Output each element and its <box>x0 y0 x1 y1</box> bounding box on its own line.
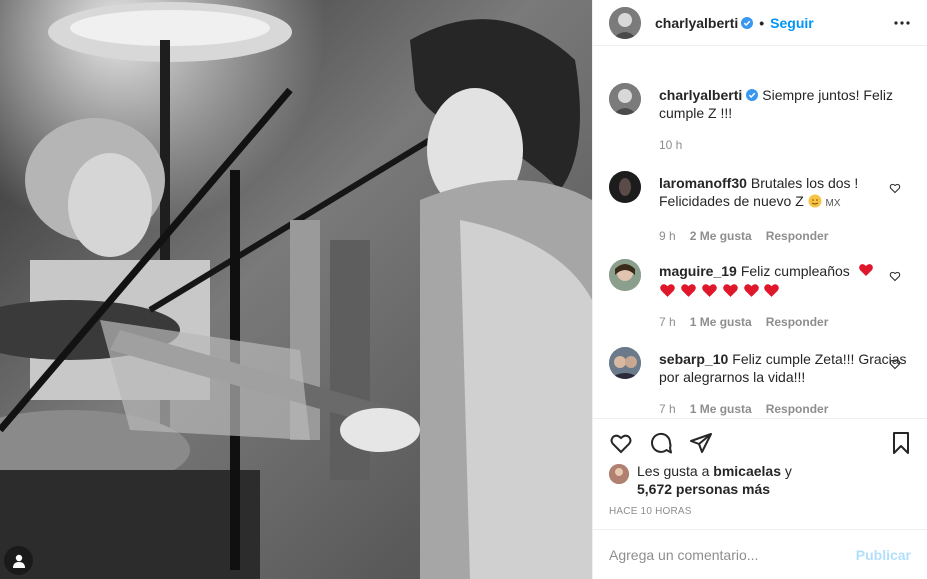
bookmark-icon[interactable] <box>889 431 913 455</box>
comment-time[interactable]: 9 h <box>659 227 676 245</box>
heart-icon[interactable] <box>609 431 633 455</box>
post-panel: charlyalberti • Seguir charlyalberti Siem… <box>592 0 927 579</box>
author-avatar[interactable] <box>609 6 641 39</box>
user-tag-icon[interactable] <box>4 546 33 575</box>
likes-prefix: Les gusta a <box>637 463 710 479</box>
commenter-avatar[interactable] <box>609 347 641 379</box>
concert-photo <box>0 0 592 579</box>
author-username[interactable]: charlyalberti <box>655 15 738 31</box>
more-icon[interactable] <box>893 14 911 32</box>
comment-likes[interactable]: 1 Me gusta <box>690 313 752 331</box>
post-header: charlyalberti • Seguir <box>593 0 927 46</box>
red-heart-emoji-icon <box>681 284 696 297</box>
reply-button[interactable]: Responder <box>766 313 829 331</box>
comment-like-heart-icon[interactable] <box>889 270 901 282</box>
red-heart-emoji-icon <box>743 284 759 297</box>
comment-time[interactable]: 7 h <box>659 313 676 331</box>
comment-like-heart-icon[interactable] <box>889 182 901 194</box>
reply-button[interactable]: Responder <box>766 227 829 245</box>
separator-dot: • <box>759 14 765 31</box>
caption-username[interactable]: charlyalberti <box>659 87 742 103</box>
share-icon[interactable] <box>689 431 713 455</box>
verified-icon <box>746 89 759 101</box>
caption-time[interactable]: 10 h <box>659 136 682 154</box>
red-heart-emoji-icon <box>764 284 780 297</box>
comment-username[interactable]: laromanoff30 <box>659 175 747 191</box>
comment-input[interactable] <box>609 546 856 563</box>
comment-likes[interactable]: 1 Me gusta <box>690 400 752 418</box>
commenter-avatar[interactable] <box>609 171 641 203</box>
liker-username[interactable]: bmicaelas <box>713 463 781 479</box>
likes-count[interactable]: 5,672 personas más <box>609 480 911 498</box>
comment-item: laromanoff30 Brutales los dos ! Felicidad… <box>609 171 911 245</box>
caption: charlyalberti Siempre juntos! Feliz cumpl… <box>609 83 911 154</box>
comment-like-heart-icon[interactable] <box>889 358 901 370</box>
red-heart-emoji-icon <box>701 284 717 297</box>
comment-item: maguire_19 Feliz cumpleaños 7 h 1 Me gust… <box>609 259 911 331</box>
liker-avatar[interactable] <box>609 464 629 484</box>
comment-username[interactable]: maguire_19 <box>659 263 737 279</box>
comments-list[interactable]: charlyalberti Siempre juntos! Feliz cumpl… <box>593 63 927 418</box>
heart-emojis-row <box>659 282 911 301</box>
likes-summary: Les gusta a bmicaelas y 5,672 personas m… <box>609 462 911 498</box>
reply-button[interactable]: Responder <box>766 400 829 418</box>
red-heart-emoji-icon <box>722 284 738 297</box>
red-heart-emoji-icon <box>858 264 873 276</box>
follow-button[interactable]: Seguir <box>770 15 814 31</box>
comment-text: Feliz cumpleaños <box>740 263 850 279</box>
add-comment-bar: Publicar <box>593 529 927 579</box>
action-bar <box>593 418 927 466</box>
comment-time[interactable]: 7 h <box>659 400 676 418</box>
post-photo[interactable] <box>0 0 592 579</box>
comment-flag-text: MX <box>825 198 841 209</box>
comment-likes[interactable]: 2 Me gusta <box>690 227 752 245</box>
verified-icon <box>741 16 754 29</box>
hug-emoji-icon <box>808 194 822 208</box>
post-timestamp[interactable]: HACE 10 HORAS <box>609 506 692 517</box>
author-avatar-small[interactable] <box>609 83 641 115</box>
commenter-avatar[interactable] <box>609 259 641 291</box>
comment-item: sebarp_10 Feliz cumple Zeta!!! Gracias po… <box>609 347 911 418</box>
publish-button[interactable]: Publicar <box>856 547 911 563</box>
comment-icon[interactable] <box>649 431 673 455</box>
likes-conj: y <box>784 463 792 479</box>
comment-username[interactable]: sebarp_10 <box>659 351 728 367</box>
red-heart-emoji-icon <box>660 284 675 297</box>
